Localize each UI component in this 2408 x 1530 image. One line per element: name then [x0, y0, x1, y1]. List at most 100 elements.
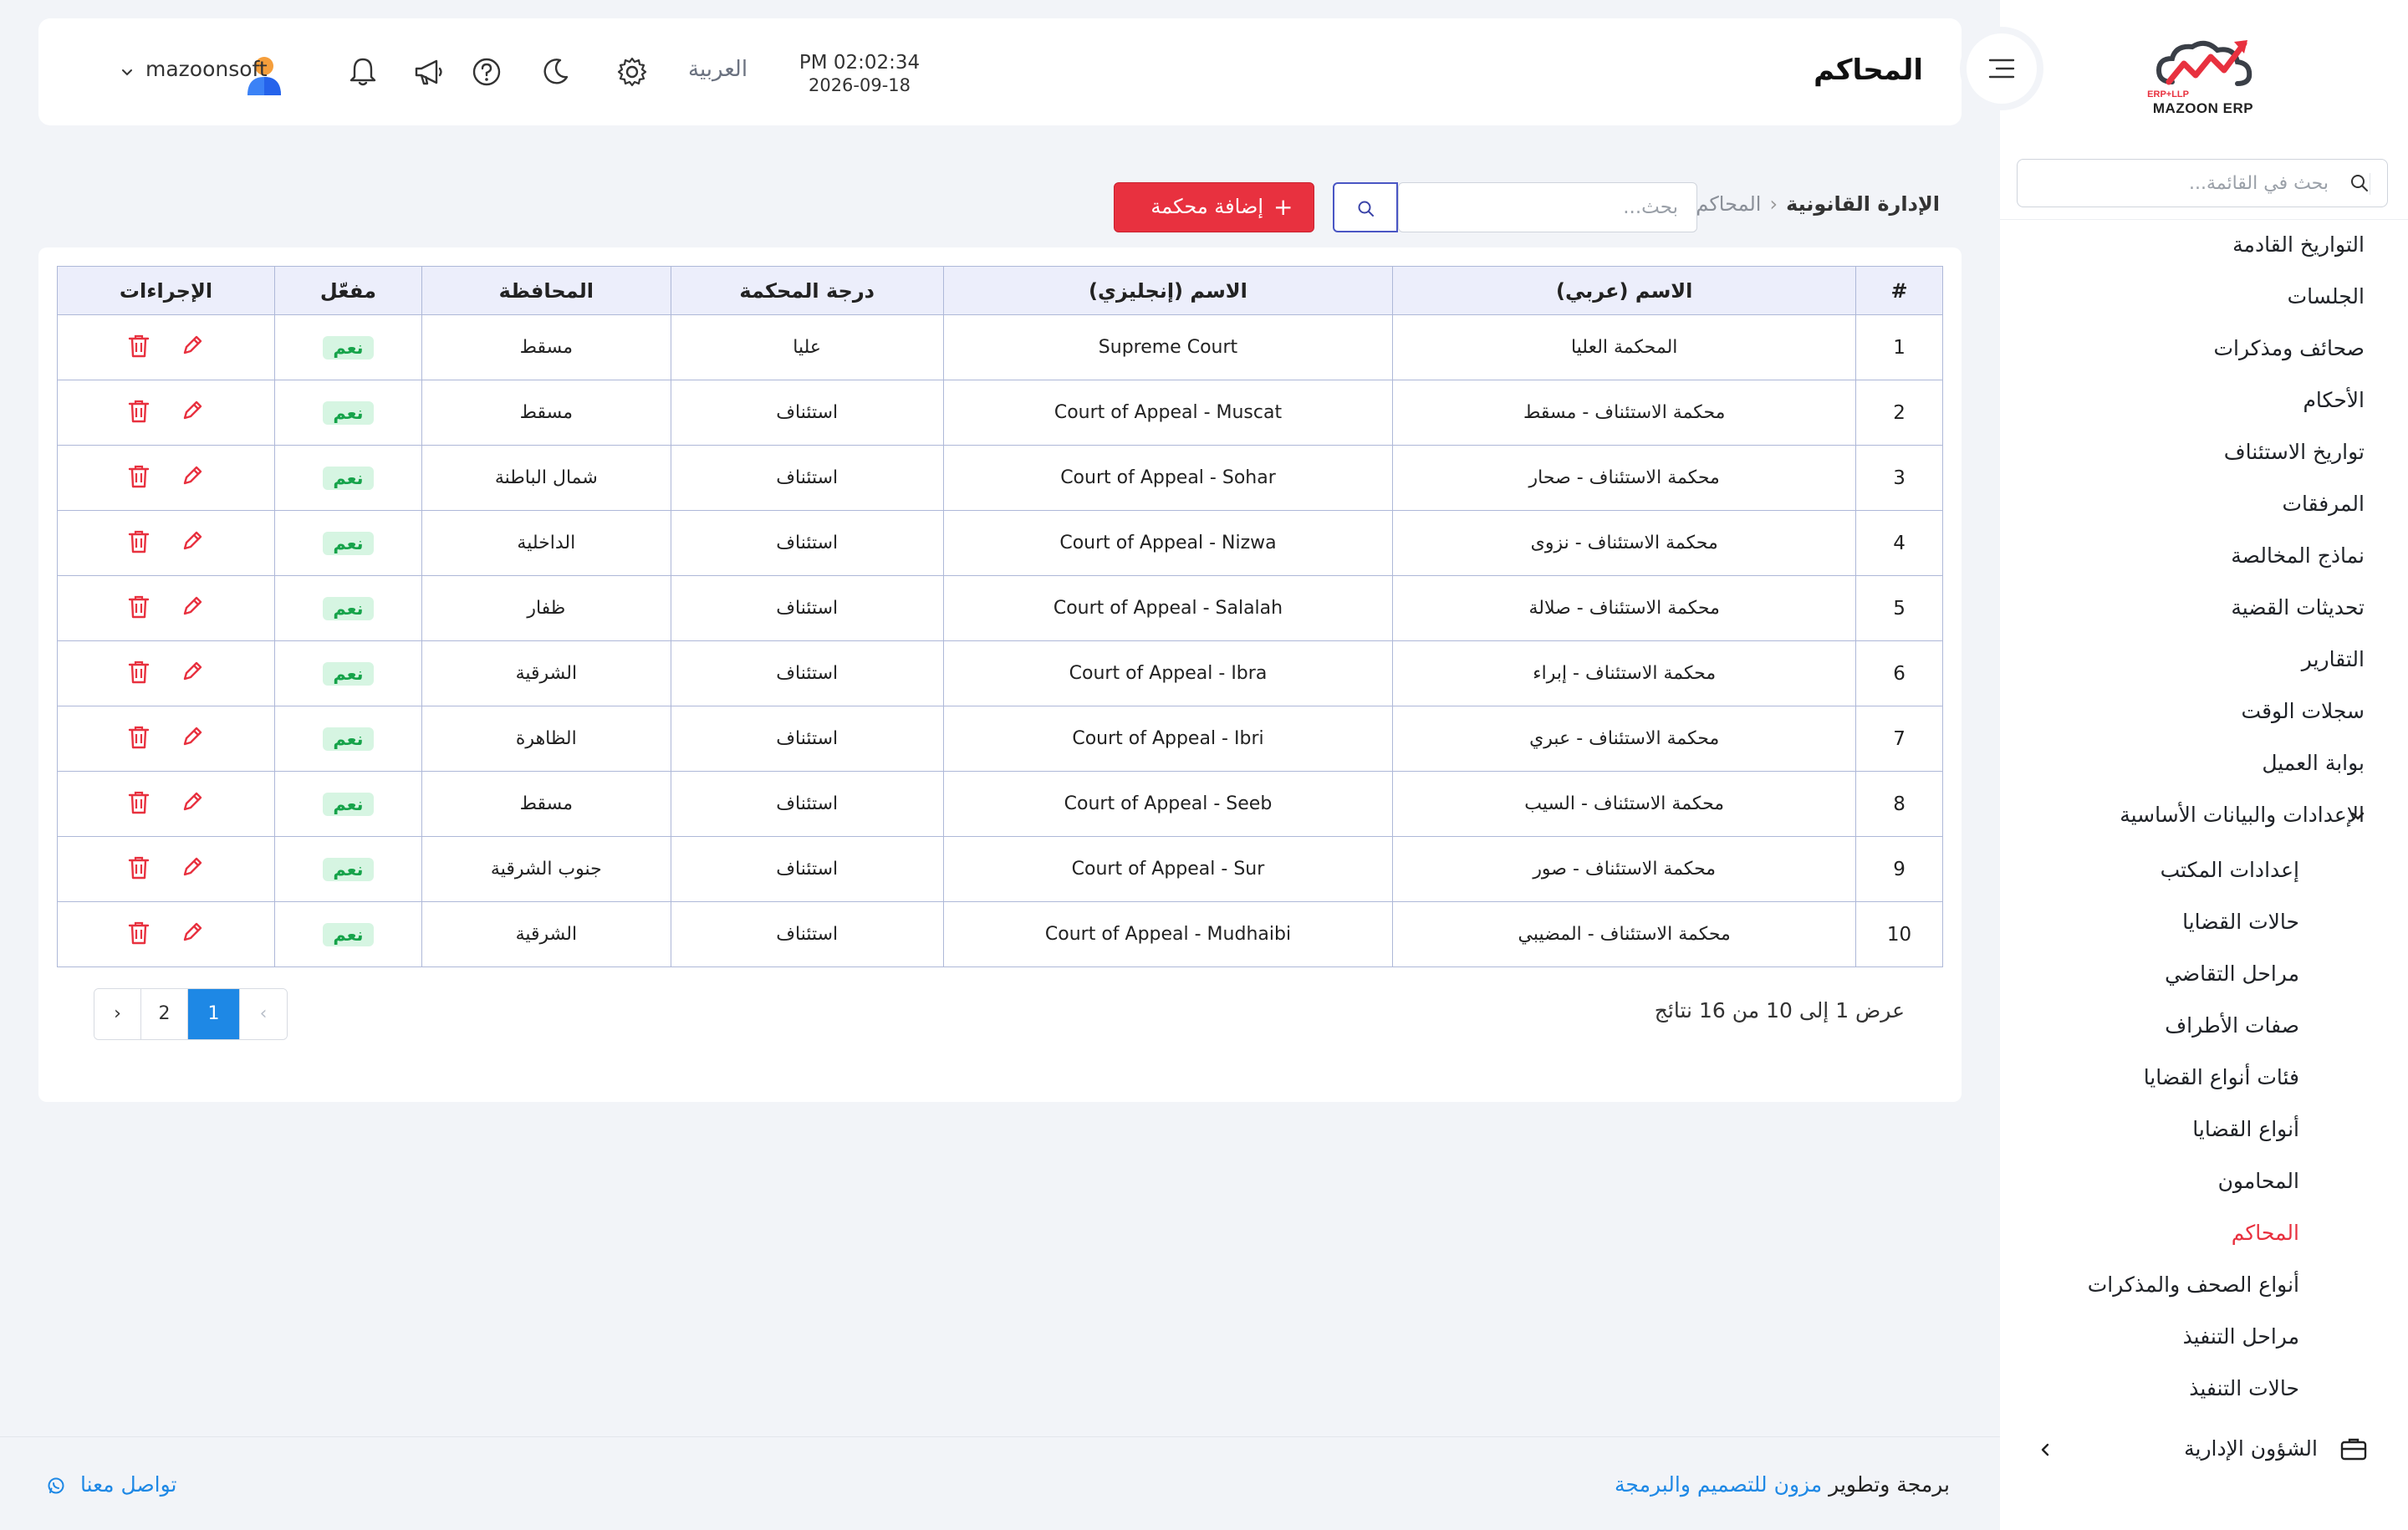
- delete-button[interactable]: [126, 920, 151, 946]
- sidebar-item-lawyers[interactable]: المحامون: [2000, 1157, 2408, 1207]
- cell-number: 7: [1855, 706, 1943, 772]
- pencil-icon: [180, 659, 205, 686]
- sidebar-item-time-logs[interactable]: سجلات الوقت: [2000, 687, 2408, 737]
- delete-button[interactable]: [126, 659, 151, 686]
- add-court-button[interactable]: + إضافة محكمة: [1114, 182, 1314, 232]
- delete-button[interactable]: [126, 789, 151, 816]
- sidebar-item-party-roles[interactable]: صفات الأطراف: [2000, 1002, 2408, 1052]
- edit-button[interactable]: [180, 789, 205, 816]
- gear-icon[interactable]: [615, 55, 649, 89]
- cell-number: 2: [1855, 380, 1943, 446]
- sidebar-item-execution-statuses[interactable]: حالات التنفيذ: [2000, 1364, 2408, 1415]
- cell-name-en: Court of Appeal - Nizwa: [942, 510, 1394, 576]
- sidebar-item-label: فئات أنواع القضايا: [2143, 1065, 2299, 1089]
- footer-credit-link[interactable]: مزون للتصميم والبرمجة: [1615, 1472, 1822, 1497]
- delete-button[interactable]: [126, 463, 151, 490]
- sidebar-item-label: سجلات الوقت: [2241, 699, 2365, 723]
- bell-icon[interactable]: [346, 55, 380, 89]
- pencil-icon: [180, 333, 205, 360]
- sidebar-item-pleading-types[interactable]: أنواع الصحف والمذكرات: [2000, 1261, 2408, 1311]
- sidebar-item-office-settings[interactable]: إعدادات المكتب: [2000, 846, 2408, 896]
- sidebar-item-case-updates[interactable]: تحديثات القضية: [2000, 584, 2408, 634]
- whatsapp-icon: [48, 1477, 64, 1494]
- edit-button[interactable]: [180, 463, 205, 490]
- edit-button[interactable]: [180, 528, 205, 555]
- sidebar-item-reports[interactable]: التقارير: [2000, 635, 2408, 686]
- prev-page-button[interactable]: ‹: [240, 989, 287, 1039]
- search-icon[interactable]: [2349, 173, 2370, 195]
- column-header-governorate[interactable]: المحافظة: [421, 266, 671, 315]
- edit-button[interactable]: [180, 854, 205, 881]
- sidebar-item-execution-stages[interactable]: مراحل التنفيذ: [2000, 1313, 2408, 1363]
- sidebar-search-input[interactable]: [2044, 168, 2329, 198]
- help-icon[interactable]: [470, 55, 503, 89]
- page-1-button[interactable]: 1: [188, 989, 240, 1039]
- sidebar-item-attachments[interactable]: المرفقات: [2000, 480, 2408, 530]
- cell-name-ar: محكمة الاستئناف - عبري: [1392, 706, 1857, 772]
- language-switcher[interactable]: العربية: [688, 57, 747, 82]
- column-header-name-ar[interactable]: الاسم (عربي): [1392, 266, 1857, 315]
- sidebar-toggle-button[interactable]: [1967, 33, 2037, 104]
- delete-button[interactable]: [126, 854, 151, 881]
- cell-number: 3: [1855, 445, 1943, 511]
- edit-button[interactable]: [180, 594, 205, 620]
- edit-button[interactable]: [180, 333, 205, 360]
- cell-number: 4: [1855, 510, 1943, 576]
- column-header-active[interactable]: مفعّل: [273, 266, 422, 315]
- cell-actions: [57, 901, 275, 967]
- sidebar-item-settlement-forms[interactable]: نماذج المخالصة: [2000, 532, 2408, 582]
- sidebar-item-administration[interactable]: الشؤون الإدارية: [2000, 1425, 2408, 1475]
- chevron-left-icon[interactable]: [2037, 1441, 2053, 1461]
- next-page-button[interactable]: ›: [94, 989, 141, 1039]
- column-header-number[interactable]: #: [1855, 266, 1943, 315]
- pencil-icon: [180, 528, 205, 555]
- sidebar-item-appeal-dates[interactable]: تواريخ الاستئناف: [2000, 428, 2408, 478]
- sidebar-item-litigation-stages[interactable]: مراحل التقاضي: [2000, 950, 2408, 1000]
- search-input[interactable]: [1398, 182, 1697, 232]
- delete-button[interactable]: [126, 398, 151, 425]
- sidebar-item-settings-master-data[interactable]: الإعدادات والبيانات الأساسية: [2000, 791, 2408, 841]
- column-header-name-en[interactable]: الاسم (إنجليزي): [942, 266, 1394, 315]
- sidebar-item-client-portal[interactable]: بوابة العميل: [2000, 739, 2408, 789]
- pencil-icon: [180, 920, 205, 946]
- cell-name-en: Court of Appeal - Ibri: [942, 706, 1394, 772]
- cell-level: استئناف: [670, 380, 944, 446]
- sidebar-item-label: التواريخ القادمة: [2232, 232, 2365, 257]
- megaphone-icon[interactable]: [411, 55, 445, 89]
- user-menu[interactable]: mazoonsoft: [79, 50, 268, 92]
- row-actions: [126, 659, 205, 686]
- delete-button[interactable]: [126, 528, 151, 555]
- sidebar-item-judgments[interactable]: الأحكام: [2000, 376, 2408, 426]
- sidebar-item-sessions[interactable]: الجلسات: [2000, 273, 2408, 323]
- edit-button[interactable]: [180, 724, 205, 751]
- delete-button[interactable]: [126, 333, 151, 360]
- delete-button[interactable]: [126, 594, 151, 620]
- sidebar-item-case-type-categories[interactable]: فئات أنواع القضايا: [2000, 1053, 2408, 1104]
- cell-name-ar: المحكمة العليا: [1392, 314, 1857, 380]
- cell-number: 9: [1855, 836, 1943, 902]
- logo-graphic: ERP+LLP: [2147, 40, 2252, 99]
- contact-us-link[interactable]: تواصل معنا: [47, 1472, 177, 1497]
- row-actions: [126, 789, 205, 816]
- row-actions: [126, 854, 205, 881]
- cell-governorate: الظاهرة: [421, 706, 671, 772]
- app-logo[interactable]: ERP+LLP MAZOON ERP: [2140, 33, 2266, 117]
- chevron-down-icon[interactable]: [2349, 808, 2366, 824]
- breadcrumb-root[interactable]: الإدارة القانونية: [1786, 192, 1940, 216]
- sidebar-item-case-statuses[interactable]: حالات القضايا: [2000, 898, 2408, 948]
- delete-button[interactable]: [126, 724, 151, 751]
- moon-icon[interactable]: [538, 55, 572, 89]
- sidebar-item-upcoming-dates[interactable]: التواريخ القادمة: [2000, 221, 2408, 271]
- edit-button[interactable]: [180, 920, 205, 946]
- sidebar-item-label: الإعدادات والبيانات الأساسية: [2120, 803, 2365, 827]
- page-2-button[interactable]: 2: [141, 989, 188, 1039]
- sidebar-item-case-types[interactable]: أنواع القضايا: [2000, 1105, 2408, 1155]
- edit-button[interactable]: [180, 659, 205, 686]
- sidebar-item-courts[interactable]: المحاكم: [2000, 1209, 2408, 1259]
- sidebar-item-pleadings[interactable]: صحائف ومذكرات: [2000, 324, 2408, 375]
- column-header-level[interactable]: درجة المحكمة: [670, 266, 944, 315]
- search-button[interactable]: [1333, 182, 1398, 232]
- cell-actions: [57, 445, 275, 511]
- breadcrumb-current: المحاكم: [1696, 192, 1762, 216]
- edit-button[interactable]: [180, 398, 205, 425]
